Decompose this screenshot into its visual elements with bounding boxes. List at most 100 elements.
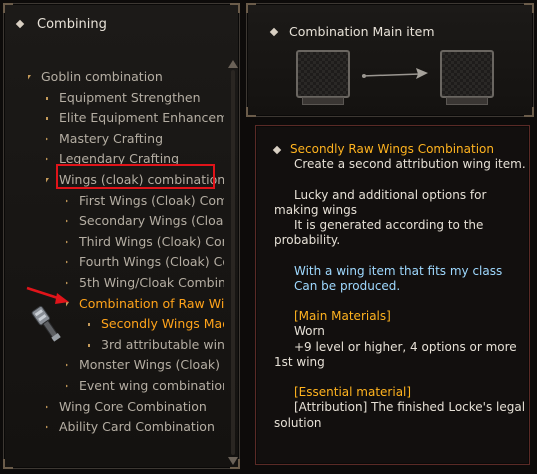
description-line-text: With a wing item that fits my class bbox=[294, 264, 503, 278]
dash-bullet-icon bbox=[46, 97, 48, 100]
collapsed-arrow-icon bbox=[46, 403, 48, 411]
diamond-icon bbox=[272, 145, 282, 155]
description-line bbox=[272, 294, 274, 309]
tree-item-label: Combination of Raw Wing bbox=[79, 296, 224, 311]
tree-item-label: Equipment Strengthen bbox=[59, 90, 201, 105]
tree-item[interactable]: Equipment Strengthen bbox=[46, 88, 224, 108]
result-item-slot-base bbox=[446, 97, 488, 105]
tree-item-label: 5th Wing/Cloak Combina bbox=[79, 275, 224, 290]
tree-item[interactable]: Goblin combination bbox=[28, 67, 224, 87]
description-line bbox=[272, 370, 274, 385]
description-line: Create a second attribution wing item. bbox=[272, 157, 526, 172]
description-line: Worn bbox=[272, 324, 325, 339]
collapsed-arrow-icon bbox=[46, 135, 48, 143]
tree-item[interactable]: 5th Wing/Cloak Combina bbox=[66, 273, 224, 293]
description-line-text: [Essential material] bbox=[294, 385, 412, 399]
description-line-text: probability. bbox=[274, 233, 341, 247]
tree-item[interactable]: Event wing combination bbox=[66, 376, 224, 396]
collapsed-arrow-icon bbox=[46, 423, 48, 431]
description-line: [Essential material] bbox=[272, 385, 411, 400]
description-line-text: making wings bbox=[274, 203, 357, 217]
description-line: probability. bbox=[272, 233, 340, 248]
description-line-text: Lucky and additional options for bbox=[294, 188, 487, 202]
tree-item[interactable]: Ability Card Combination bbox=[46, 417, 224, 437]
tree-item[interactable]: Secondary Wings (Cloak) C bbox=[66, 211, 224, 231]
expanded-arrow-icon bbox=[28, 75, 31, 81]
description-line-text: Can be produced. bbox=[294, 279, 401, 293]
collapsed-arrow-icon bbox=[66, 217, 68, 225]
tree-item[interactable]: Mastery Crafting bbox=[46, 129, 224, 149]
combining-panel: Combining Goblin combination Equipment St… bbox=[3, 3, 240, 469]
tree-item[interactable]: Fourth Wings (Cloak) Cor bbox=[66, 252, 224, 272]
collapsed-arrow-icon bbox=[66, 197, 68, 205]
scroll-down-icon[interactable] bbox=[228, 457, 238, 465]
collapsed-arrow-icon bbox=[66, 238, 68, 246]
tree-item[interactable]: Secondly Wings Made bbox=[88, 314, 224, 334]
description-line: solution bbox=[272, 416, 322, 431]
panel-title: Combining bbox=[37, 17, 107, 32]
collapsed-arrow-icon bbox=[46, 155, 48, 163]
description-line: It is generated according to the bbox=[272, 218, 483, 233]
tree-item-label: Ability Card Combination bbox=[59, 419, 215, 434]
diamond-icon bbox=[15, 19, 25, 29]
hammer-cursor-icon bbox=[31, 305, 61, 342]
combination-title: Combination Main item bbox=[289, 24, 435, 39]
dash-bullet-icon bbox=[46, 117, 48, 120]
dash-bullet-icon bbox=[88, 344, 90, 347]
dash-bullet-icon bbox=[88, 323, 90, 326]
tree-item-label: Event wing combination bbox=[79, 378, 224, 393]
description-line-text: It is generated according to the bbox=[294, 218, 484, 232]
annotation-highlight-box bbox=[56, 164, 215, 189]
description-line-text: Secondly Raw Wings Combination bbox=[290, 142, 494, 156]
description-line-text: Create a second attribution wing item. bbox=[294, 157, 526, 171]
tree-item[interactable]: Combination of Raw Wing bbox=[66, 294, 224, 314]
description-line: Lucky and additional options for bbox=[272, 188, 486, 203]
description-line: [Attribution] The finished Locke's legal bbox=[272, 400, 525, 415]
tree-item-label: Goblin combination bbox=[41, 69, 163, 84]
description-line: Can be produced. bbox=[272, 279, 400, 294]
description-line-text: solution bbox=[274, 416, 322, 430]
description-line bbox=[272, 248, 274, 263]
scroll-up-icon[interactable] bbox=[228, 60, 238, 68]
tree-item[interactable]: First Wings (Cloak) Comb bbox=[66, 191, 224, 211]
tree-item-label: Secondary Wings (Cloak) C bbox=[79, 213, 224, 228]
description-line: +9 level or higher, 4 options or more bbox=[272, 340, 517, 355]
collapsed-arrow-icon bbox=[66, 361, 68, 369]
tree-item-label: Monster Wings (Cloak) C bbox=[79, 357, 224, 372]
tree-item-label: Elite Equipment Enhancement bbox=[59, 110, 224, 125]
tree-item-label: Third Wings (Cloak) Com bbox=[79, 234, 224, 249]
collapsed-arrow-icon bbox=[66, 382, 68, 390]
result-item-slot[interactable] bbox=[440, 50, 494, 98]
main-item-slot-base bbox=[302, 97, 344, 105]
description-line-text: [Main Materials] bbox=[294, 309, 391, 323]
tree-item[interactable]: Elite Equipment Enhancement bbox=[46, 108, 224, 128]
diamond-icon bbox=[269, 27, 279, 37]
tree-item-label: Wing Core Combination bbox=[59, 399, 207, 414]
description-line: 1st wing bbox=[272, 355, 325, 370]
scroll-track[interactable] bbox=[231, 70, 235, 455]
tree-item[interactable]: Wing Core Combination bbox=[46, 397, 224, 417]
expanded-arrow-icon bbox=[46, 178, 49, 184]
tree-item-label: Mastery Crafting bbox=[59, 131, 163, 146]
collapsed-arrow-icon bbox=[66, 258, 68, 266]
description-line: With a wing item that fits my class bbox=[272, 264, 502, 279]
tree-scrollbar[interactable] bbox=[228, 60, 238, 465]
description-line: making wings bbox=[272, 203, 357, 218]
tree-item[interactable]: Third Wings (Cloak) Com bbox=[66, 232, 224, 252]
tree-item[interactable]: Monster Wings (Cloak) C bbox=[66, 355, 224, 375]
description-panel: Secondly Raw Wings Combination Create a s… bbox=[255, 125, 530, 465]
description-line-text: [Attribution] The finished Locke's legal bbox=[294, 400, 526, 414]
description-line-text: Worn bbox=[294, 324, 325, 338]
tree-item[interactable]: 3rd attributable wing bbox=[88, 335, 224, 355]
combination-main-item-panel: Combination Main item bbox=[246, 3, 534, 117]
tree-item-label: First Wings (Cloak) Comb bbox=[79, 193, 224, 208]
description-line-text: 1st wing bbox=[274, 355, 325, 369]
arrow-connector-icon bbox=[361, 68, 428, 79]
description-heading: Secondly Raw Wings Combination bbox=[272, 142, 494, 157]
tree-item-label: Secondly Wings Made bbox=[101, 316, 224, 331]
description-line-text: +9 level or higher, 4 options or more bbox=[294, 340, 517, 354]
tree-item-label: Fourth Wings (Cloak) Cor bbox=[79, 254, 224, 269]
tree-item-label: 3rd attributable wing bbox=[101, 337, 224, 352]
description-line: [Main Materials] bbox=[272, 309, 391, 324]
main-item-slot[interactable] bbox=[296, 50, 350, 98]
